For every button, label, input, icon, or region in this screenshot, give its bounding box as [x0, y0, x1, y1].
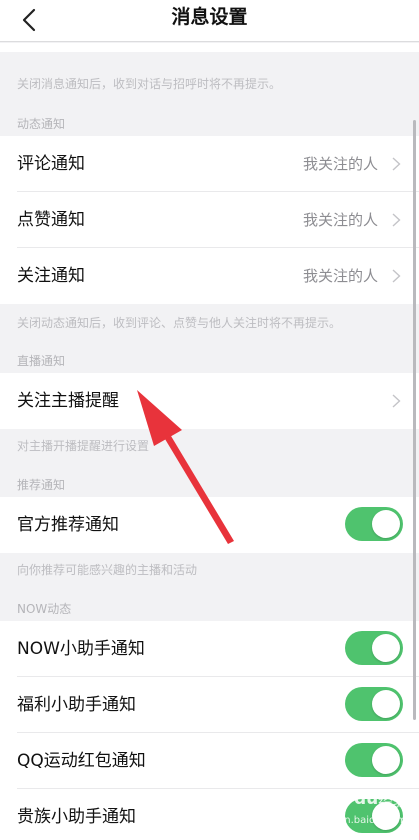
- section-header-recommend: 推荐通知: [17, 478, 66, 492]
- welfare-helper-toggle[interactable]: [345, 687, 403, 721]
- section-header-now: NOW动态: [17, 602, 72, 616]
- section-header-live: 直播通知: [17, 354, 66, 368]
- official-recommend-toggle[interactable]: [345, 507, 403, 541]
- watermark-suffix: 经验: [378, 792, 409, 810]
- message-notice-note: 关闭消息通知后，收到对话与招呼时将不再提示。: [17, 77, 282, 91]
- chevron-right-icon: [392, 157, 401, 171]
- row-label: 贵族小助手通知: [17, 807, 136, 827]
- row-value: 我关注的人: [302, 267, 378, 285]
- row-value: 我关注的人: [302, 211, 378, 229]
- chevron-right-icon: [392, 269, 401, 283]
- top-white-strip: [0, 43, 419, 52]
- nav-bar: 消息设置: [0, 0, 419, 42]
- baidu-watermark: Bai du 经验 jingyan.baidu.com: [300, 783, 412, 833]
- row-label: QQ运动红包通知: [17, 751, 146, 771]
- like-notification-row[interactable]: 点赞通知 我关注的人: [0, 192, 419, 248]
- dynamic-notice-note: 关闭动态通知后，收到评论、点赞与他人关注时将不再提示。: [17, 316, 342, 330]
- comment-notification-row[interactable]: 评论通知 我关注的人: [0, 136, 419, 192]
- row-label: 关注主播提醒: [17, 391, 119, 411]
- row-label: 福利小助手通知: [17, 695, 136, 715]
- watermark-brand-2: du: [354, 789, 379, 809]
- row-label: NOW小助手通知: [17, 639, 145, 659]
- qq-sport-row: QQ运动红包通知: [0, 733, 419, 789]
- page-title: 消息设置: [171, 6, 248, 28]
- watermark-url: jingyan.baidu.com: [314, 815, 407, 826]
- section-header-dynamic: 动态通知: [17, 117, 66, 131]
- row-label: 评论通知: [17, 154, 85, 174]
- now-helper-toggle[interactable]: [345, 631, 403, 665]
- paw-icon: [339, 790, 352, 805]
- scrollbar[interactable]: [413, 120, 416, 720]
- welfare-helper-row: 福利小助手通知: [0, 677, 419, 733]
- row-label: 点赞通知: [17, 210, 85, 230]
- recommend-notice-note: 向你推荐可能感兴趣的主播和活动: [17, 563, 198, 577]
- toggle-knob: [372, 746, 400, 774]
- row-label: 官方推荐通知: [17, 515, 119, 535]
- toggle-knob: [372, 510, 400, 538]
- follow-notification-row[interactable]: 关注通知 我关注的人: [0, 248, 419, 304]
- now-helper-row: NOW小助手通知: [0, 621, 419, 677]
- toggle-knob: [372, 634, 400, 662]
- chevron-right-icon: [392, 213, 401, 227]
- live-notice-note: 对主播开播提醒进行设置: [17, 439, 150, 453]
- row-label: 关注通知: [17, 266, 85, 286]
- anchor-reminder-row[interactable]: 关注主播提醒: [0, 373, 419, 429]
- toggle-knob: [372, 690, 400, 718]
- qq-sport-toggle[interactable]: [345, 743, 403, 777]
- official-recommend-row: 官方推荐通知: [0, 497, 419, 553]
- watermark-brand: Bai: [304, 789, 335, 809]
- chevron-right-icon: [392, 394, 401, 408]
- row-value: 我关注的人: [302, 155, 378, 173]
